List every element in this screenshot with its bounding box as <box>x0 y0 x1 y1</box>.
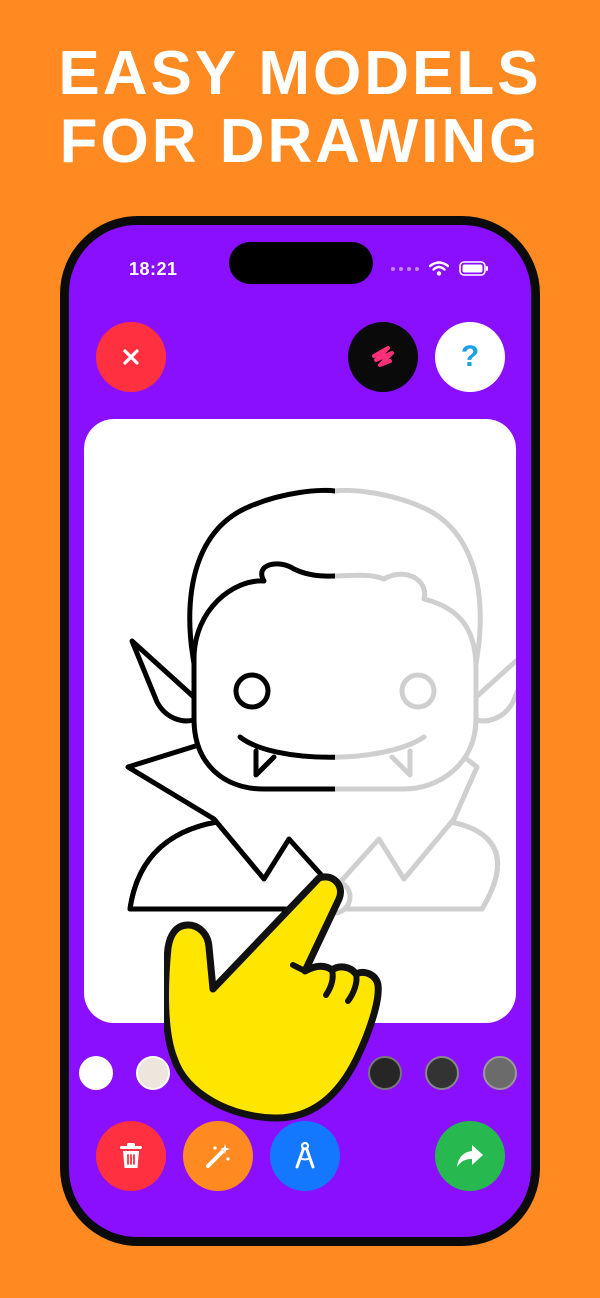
status-time: 18:21 <box>129 259 178 279</box>
brush-icon <box>372 346 394 367</box>
wifi-icon <box>429 261 449 276</box>
delete-button[interactable] <box>96 1121 166 1191</box>
battery-icon <box>459 261 488 276</box>
close-icon <box>123 349 139 365</box>
close-button[interactable] <box>96 322 166 392</box>
phone-frame: 18:21 ? <box>60 216 540 1246</box>
help-button[interactable]: ? <box>435 322 505 392</box>
app-screen: 18:21 ? <box>69 225 531 1237</box>
headline: EASY MODELS FOR DRAWING <box>0 40 600 176</box>
compass-button[interactable] <box>270 1121 340 1191</box>
pointing-hand-icon <box>164 873 382 1122</box>
share-arrow-icon <box>457 1145 483 1167</box>
magic-wand-icon <box>206 1144 230 1168</box>
color-swatch-white[interactable] <box>79 1056 113 1090</box>
dynamic-island <box>229 242 373 284</box>
compass-icon <box>295 1141 315 1169</box>
status-icons <box>391 261 489 276</box>
color-swatch-slate[interactable] <box>483 1056 517 1090</box>
color-swatch-graphite[interactable] <box>425 1056 459 1090</box>
signal-dots-icon <box>391 266 419 271</box>
trash-icon <box>120 1143 142 1168</box>
magic-button[interactable] <box>183 1121 253 1191</box>
share-button[interactable] <box>435 1121 505 1191</box>
brush-button[interactable] <box>348 322 418 392</box>
headline-line-2: FOR DRAWING <box>59 107 541 176</box>
help-label: ? <box>460 340 480 373</box>
headline-line-1: EASY MODELS <box>58 39 542 108</box>
